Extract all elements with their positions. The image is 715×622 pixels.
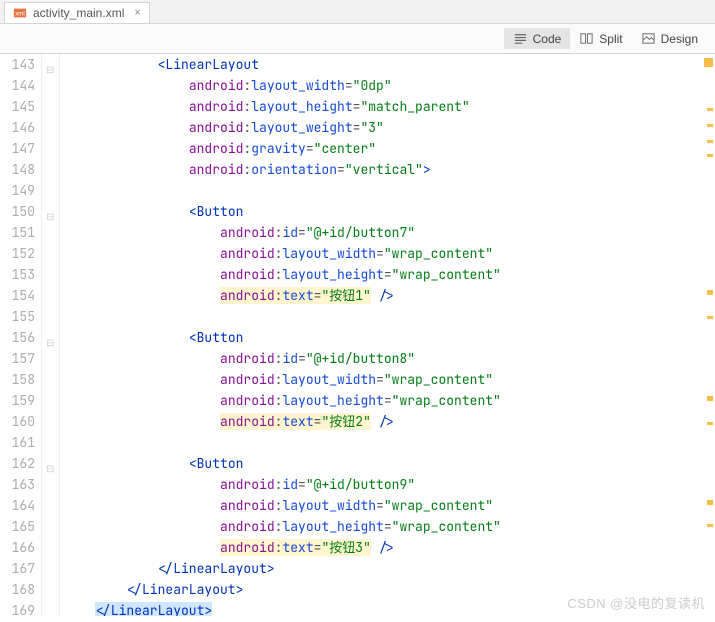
inspection-indicator[interactable] xyxy=(704,58,713,67)
file-tab[interactable]: xml activity_main.xml × xyxy=(4,2,150,23)
close-icon[interactable]: × xyxy=(134,7,140,19)
tab-filename: activity_main.xml xyxy=(33,6,124,20)
design-view-button[interactable]: Design xyxy=(632,28,707,49)
code-view-label: Code xyxy=(533,32,562,46)
design-icon xyxy=(641,31,656,46)
fold-gutter[interactable]: ⊟⊟⊟⊟ xyxy=(42,54,60,616)
split-icon xyxy=(579,31,594,46)
design-view-label: Design xyxy=(661,32,698,46)
xml-file-icon: xml xyxy=(13,6,27,20)
code-icon xyxy=(513,31,528,46)
code-area[interactable]: <LinearLayout android:layout_width="0dp"… xyxy=(60,54,715,616)
code-view-button[interactable]: Code xyxy=(504,28,571,49)
line-number-gutter: 143 144 145 146 147 148 149 150 151 152 … xyxy=(0,54,42,616)
code-editor[interactable]: 143 144 145 146 147 148 149 150 151 152 … xyxy=(0,54,715,616)
tab-bar: xml activity_main.xml × xyxy=(0,0,715,24)
svg-text:xml: xml xyxy=(15,11,25,18)
split-view-button[interactable]: Split xyxy=(570,28,631,49)
split-view-label: Split xyxy=(599,32,622,46)
view-toolbar: Code Split Design xyxy=(0,24,715,54)
